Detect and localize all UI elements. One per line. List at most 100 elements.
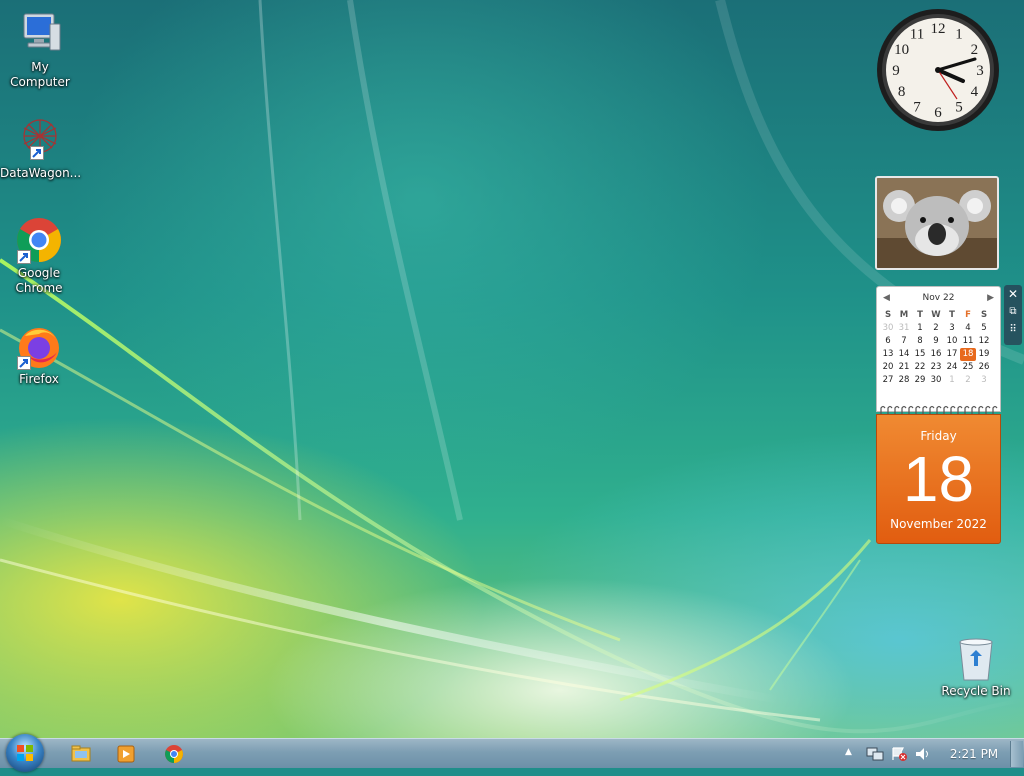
action-center-icon[interactable]	[890, 746, 908, 762]
calendar-day-cell[interactable]: 6	[880, 335, 896, 348]
calendar-weekday-header: M	[899, 310, 909, 320]
calendar-day-cell[interactable]: 1	[912, 322, 928, 335]
taskbar: ▲ 2:21 PM	[0, 734, 1024, 772]
clock-numeral: 4	[971, 84, 979, 100]
desktop-icon-label: Firefox	[19, 372, 59, 386]
desktop-icon-label: Google Chrome	[15, 266, 63, 295]
clock-gadget[interactable]: 12 1 2 3 4 5 6 7 8 9 10 11	[875, 7, 1001, 133]
computer-icon	[16, 10, 64, 58]
shortcut-arrow-icon	[17, 250, 31, 264]
close-gadget-button[interactable]: ✕	[1004, 285, 1022, 303]
calendar-day-cell[interactable]: 26	[976, 361, 992, 374]
calendar-day-cell[interactable]: 29	[912, 374, 928, 387]
calendar-grid: S M T W T F S 30 31 1 2 3 4 5 6 7 8 9 10 11 12 13 14 15 16 17 18 19…	[877, 309, 1000, 387]
wallpaper-streaks	[0, 0, 1024, 734]
calendar-day-cell[interactable]: 18	[960, 348, 976, 361]
calendar-weekday-header: T	[917, 310, 923, 320]
calendar-day-cell[interactable]: 7	[896, 335, 912, 348]
file-explorer-icon	[71, 745, 91, 762]
taskbar-chrome-button[interactable]	[161, 742, 187, 766]
calendar-day-cell[interactable]: 9	[928, 335, 944, 348]
calendar-weekday-header: S	[884, 310, 892, 320]
firefox-icon	[15, 322, 63, 370]
calendar-day-cell[interactable]: 4	[960, 322, 976, 335]
media-player-icon	[117, 745, 135, 763]
options-icon[interactable]: ⧉	[1004, 303, 1022, 321]
clock-numeral: 9	[892, 63, 900, 79]
calendar-weekday-header: S	[980, 310, 988, 320]
calendar-day-cell[interactable]: 25	[960, 361, 976, 374]
taskbar-media-player-button[interactable]	[113, 742, 139, 766]
calendar-day-cell[interactable]: 19	[976, 348, 992, 361]
calendar-day-cell[interactable]: 2	[928, 322, 944, 335]
calendar-day-cell[interactable]: 1	[944, 374, 960, 387]
clock-numeral: 10	[894, 42, 909, 58]
chrome-icon	[15, 216, 63, 264]
shortcut-arrow-icon	[30, 146, 44, 160]
calendar-day-cell[interactable]: 27	[880, 374, 896, 387]
calendar-day-cell[interactable]: 8	[912, 335, 928, 348]
desktop-icon-label: Recycle Bin	[941, 684, 1011, 698]
desktop-icon-firefox[interactable]: Firefox	[0, 322, 78, 387]
calendar-day-cell[interactable]: 16	[928, 348, 944, 361]
calendar-weekday-header: W	[931, 310, 941, 320]
gadget-toolbar: ✕ ⧉ ⠿	[1004, 285, 1022, 345]
calendar-day-view[interactable]: Friday 18 November 2022	[876, 414, 1001, 544]
start-button[interactable]	[6, 734, 44, 772]
calendar-day-number: 18	[902, 443, 975, 515]
desktop-icon-my-computer[interactable]: My Computer	[0, 10, 80, 90]
calendar-day-cell[interactable]: 30	[880, 322, 896, 335]
desktop-icon-recycle-bin[interactable]: Recycle Bin	[938, 636, 1014, 698]
calendar-day-cell[interactable]: 31	[896, 322, 912, 335]
calendar-day-cell[interactable]: 23	[928, 361, 944, 374]
clock-numeral: 12	[931, 21, 946, 37]
clock-numeral: 5	[955, 99, 963, 115]
clock-numeral: 1	[955, 27, 963, 43]
calendar-month-label: Nov 22	[922, 293, 955, 303]
taskbar-clock[interactable]: 2:21 PM	[944, 747, 1004, 761]
desktop-icon-google-chrome[interactable]: Google Chrome	[0, 216, 78, 296]
calendar-day-cell[interactable]: 2	[960, 374, 976, 387]
calendar-day-cell[interactable]: 15	[912, 348, 928, 361]
calendar-day-cell[interactable]: 3	[976, 374, 992, 387]
network-icon[interactable]	[866, 746, 884, 762]
calendar-day-cell[interactable]: 3	[944, 322, 960, 335]
desktop-icon-label: DataWagon...	[0, 166, 82, 180]
desktop-icon-label: My Computer	[10, 60, 70, 89]
calendar-day-cell[interactable]: 17	[944, 348, 960, 361]
calendar-day-cell[interactable]: 5	[976, 322, 992, 335]
clock-numeral: 3	[976, 63, 984, 79]
koala-photo	[877, 178, 997, 268]
previous-month-button[interactable]: ◀	[883, 293, 890, 303]
calendar-gadget[interactable]: ◀ Nov 22 ▶ S M T W T F S 30 31 1 2 3 4 5 6 7 8 9 10 11 12 13 1…	[876, 286, 1001, 544]
show-hidden-icons-button[interactable]: ▲	[845, 747, 857, 761]
clock-numeral: 8	[898, 84, 906, 100]
calendar-day-cell[interactable]: 24	[944, 361, 960, 374]
calendar-weekday-header: T	[949, 310, 955, 320]
desktop-icon-datawagon[interactable]: DataWagon...	[0, 116, 82, 181]
calendar-day-cell[interactable]: 28	[896, 374, 912, 387]
calendar-weekday-header: F	[965, 310, 971, 320]
show-desktop-button[interactable]	[1010, 741, 1023, 767]
calendar-day-cell[interactable]: 13	[880, 348, 896, 361]
calendar-day-cell[interactable]: 21	[896, 361, 912, 374]
desktop-wallpaper	[0, 0, 1024, 738]
drag-handle-icon[interactable]: ⠿	[1004, 321, 1022, 339]
clock-numeral: 6	[934, 105, 942, 121]
slideshow-gadget[interactable]	[875, 176, 999, 270]
clock-numeral: 2	[971, 42, 979, 58]
clock-numeral: 7	[913, 99, 921, 115]
calendar-day-cell[interactable]: 22	[912, 361, 928, 374]
next-month-button[interactable]: ▶	[987, 293, 994, 303]
calendar-day-cell[interactable]: 20	[880, 361, 896, 374]
taskbar-file-explorer-button[interactable]	[68, 742, 94, 766]
chrome-icon	[165, 745, 183, 763]
calendar-day-cell[interactable]: 11	[960, 335, 976, 348]
volume-icon[interactable]	[914, 746, 932, 762]
windows-logo-icon	[17, 745, 33, 761]
calendar-day-cell[interactable]: 30	[928, 374, 944, 387]
calendar-month-year: November 2022	[890, 517, 987, 531]
calendar-day-cell[interactable]: 14	[896, 348, 912, 361]
calendar-day-cell[interactable]: 12	[976, 335, 992, 348]
calendar-day-cell[interactable]: 10	[944, 335, 960, 348]
